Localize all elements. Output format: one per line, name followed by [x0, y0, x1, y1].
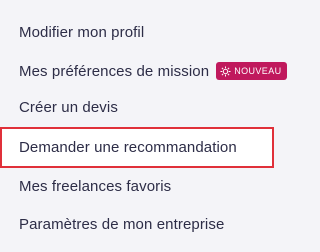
menu-item-creer-devis[interactable]: Créer un devis	[0, 90, 275, 124]
menu-item-label: Créer un devis	[19, 98, 118, 116]
menu-item-label: Demander une recommandation	[19, 139, 237, 156]
menu-item-label: Mes préférences de mission	[19, 62, 210, 80]
sparkle-icon	[220, 66, 231, 77]
account-menu: Modifier mon profil Mes préférences de m…	[0, 0, 287, 252]
menu-item-label: Paramètres de mon entreprise	[19, 215, 225, 233]
new-badge: NOUVEAU	[216, 62, 287, 80]
menu-item-modifier-profil[interactable]: Modifier mon profil	[0, 15, 275, 49]
menu-item-label: Mes freelances favoris	[19, 177, 172, 195]
menu-item-freelances-favoris[interactable]: Mes freelances favoris	[0, 168, 275, 204]
menu-item-demander-recommandation[interactable]: Demander une recommandation	[0, 127, 274, 168]
menu-item-label: Modifier mon profil	[19, 23, 145, 41]
badge-label: NOUVEAU	[234, 66, 282, 76]
menu-item-preferences-mission[interactable]: Mes préférences de mission NOUVEAU	[0, 54, 287, 88]
menu-item-parametres-entreprise[interactable]: Paramètres de mon entreprise	[0, 206, 275, 242]
